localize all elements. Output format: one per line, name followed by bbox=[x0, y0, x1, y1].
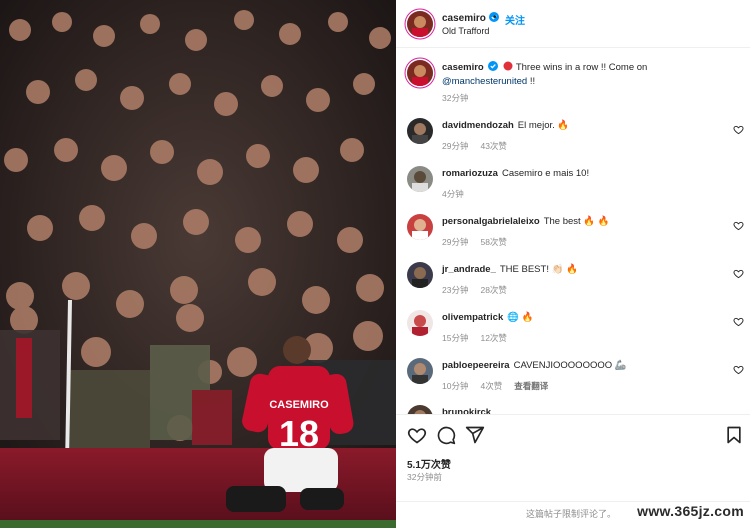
likes-count[interactable]: 5.1万次赞 bbox=[407, 456, 451, 471]
comment-body: El mejor. bbox=[517, 120, 555, 131]
comment-meta: 23分钟 28次赞 bbox=[442, 284, 519, 296]
comment-username[interactable]: pabloepeereira bbox=[442, 360, 510, 371]
comment-like-heart-icon[interactable] bbox=[733, 268, 744, 279]
caption-text: casemiro Three wins in a row !! Come on … bbox=[442, 61, 722, 89]
caption-body: Three wins in a row !! Come on bbox=[515, 62, 648, 73]
comment-username[interactable]: olivempatrick bbox=[442, 312, 503, 323]
caption-meta: 32分钟 bbox=[442, 92, 480, 104]
comment-emoji: 🔥 🔥 bbox=[583, 216, 610, 227]
comment-likes[interactable]: 12次赞 bbox=[480, 333, 506, 343]
caption-avatar[interactable] bbox=[407, 60, 433, 86]
comment-username[interactable]: romariozuza bbox=[442, 168, 498, 179]
comment-likes[interactable]: 43次赞 bbox=[480, 141, 506, 151]
post-header: casemiro • 关注 Old Trafford bbox=[396, 0, 750, 48]
comment-like-heart-icon[interactable] bbox=[733, 364, 744, 375]
comment-item: davidmendozah El mejor. 🔥 29分钟 43次赞 bbox=[396, 118, 750, 158]
celebration-photo: CASEMIRO 18 bbox=[0, 0, 396, 528]
comment-item: personalgabrielaleixo The best 🔥 🔥 29分钟 58… bbox=[396, 214, 750, 254]
commenter-avatar[interactable] bbox=[407, 262, 433, 288]
caption-suffix: !! bbox=[529, 76, 536, 87]
comment-username[interactable]: personalgabrielaleixo bbox=[442, 216, 540, 227]
comment-like-heart-icon[interactable] bbox=[733, 124, 744, 135]
comment-body: CAVENJIOOOOOOOO bbox=[513, 360, 613, 371]
comment-item: pabloepeereira CAVENJIOOOOOOOO 🦾 10分钟 4次赞 查… bbox=[396, 358, 750, 398]
comment-text: jr_andrade_ THE BEST! 👏🏻 🔥 bbox=[442, 263, 722, 277]
comment-text: pabloepeereira CAVENJIOOOOOOOO 🦾 bbox=[442, 359, 722, 373]
comment-item: romariozuza Casemiro e mais 10! 4分钟 bbox=[396, 166, 750, 206]
commenter-avatar[interactable] bbox=[407, 358, 433, 384]
comment-meta: 15分钟 12次赞 bbox=[442, 332, 519, 344]
comment-text: brunokirck bbox=[442, 406, 722, 414]
comment-username[interactable]: jr_andrade_ bbox=[442, 264, 496, 275]
caption-mention[interactable]: @manchesterunited bbox=[442, 76, 527, 87]
bookmark-icon[interactable] bbox=[724, 425, 744, 445]
see-translation-link[interactable]: 查看翻译 bbox=[514, 381, 548, 391]
comment-body: The best bbox=[543, 216, 581, 227]
comment-icon[interactable] bbox=[436, 425, 456, 445]
comment-meta: 10分钟 4次赞 查看翻译 bbox=[442, 380, 560, 392]
comment-meta: 29分钟 43次赞 bbox=[442, 140, 519, 152]
restricted-comments-notice: 这篇帖子限制评论了。 bbox=[526, 509, 617, 519]
comment-text: personalgabrielaleixo The best 🔥 🔥 bbox=[442, 215, 722, 229]
comment-username[interactable]: brunokirck bbox=[442, 407, 491, 414]
svg-text:CASEMIRO: CASEMIRO bbox=[269, 399, 329, 411]
comment-emoji: 🔥 bbox=[557, 120, 570, 131]
follow-button[interactable]: 关注 bbox=[505, 12, 525, 27]
comment-time: 15分钟 bbox=[442, 333, 469, 343]
caption-time: 32分钟 bbox=[442, 93, 469, 103]
comment-emoji: 🦾 bbox=[614, 360, 627, 371]
comment-likes[interactable]: 4次赞 bbox=[480, 381, 502, 391]
heart-icon[interactable] bbox=[407, 425, 427, 445]
post-side-panel: casemiro • 关注 Old Trafford casemiro Thre… bbox=[396, 0, 750, 528]
author-username[interactable]: casemiro bbox=[442, 12, 499, 24]
share-icon[interactable] bbox=[465, 425, 485, 445]
comment-item: brunokirck bbox=[396, 405, 750, 414]
comment-likes[interactable]: 28次赞 bbox=[480, 285, 506, 295]
comment-username[interactable]: davidmendozah bbox=[442, 120, 514, 131]
comment-like-heart-icon[interactable] bbox=[733, 316, 744, 327]
red-circle-icon bbox=[503, 61, 513, 71]
comments-list[interactable]: casemiro Three wins in a row !! Come on … bbox=[396, 48, 750, 414]
comment-likes[interactable]: 58次赞 bbox=[480, 237, 506, 247]
comment-body: Casemiro e mais 10! bbox=[501, 168, 590, 179]
commenter-avatar[interactable] bbox=[407, 166, 433, 192]
comment-like-heart-icon[interactable] bbox=[733, 220, 744, 231]
comment-time: 29分钟 bbox=[442, 141, 469, 151]
post-actions: 5.1万次赞 32分钟前 这篇帖子限制评论了。 www.365jz.com bbox=[396, 414, 750, 528]
comment-text: romariozuza Casemiro e mais 10! bbox=[442, 167, 722, 181]
comment-time: 4分钟 bbox=[442, 189, 464, 199]
post-timestamp: 32分钟前 bbox=[407, 472, 442, 482]
comment-body: THE BEST! bbox=[499, 264, 549, 275]
verified-badge-icon bbox=[487, 61, 498, 71]
comment-time: 10分钟 bbox=[442, 381, 469, 391]
commenter-avatar[interactable] bbox=[407, 310, 433, 336]
svg-text:18: 18 bbox=[279, 413, 319, 454]
comment-time: 23分钟 bbox=[442, 285, 469, 295]
comment-time: 29分钟 bbox=[442, 237, 469, 247]
comment-item: olivempatrick 🌐 🔥 15分钟 12次赞 bbox=[396, 310, 750, 350]
comment-text: davidmendozah El mejor. 🔥 bbox=[442, 119, 722, 133]
author-avatar[interactable] bbox=[407, 11, 433, 37]
comment-emoji: 👏🏻 🔥 bbox=[551, 264, 578, 275]
comment-text: olivempatrick 🌐 🔥 bbox=[442, 311, 722, 325]
post-location[interactable]: Old Trafford bbox=[442, 26, 489, 36]
comment-meta: 4分钟 bbox=[442, 188, 476, 200]
site-watermark: www.365jz.com bbox=[637, 503, 744, 519]
separator-dot: • bbox=[493, 12, 497, 23]
commenter-avatar[interactable] bbox=[407, 118, 433, 144]
commenter-avatar[interactable] bbox=[407, 214, 433, 240]
comment-meta: 29分钟 58次赞 bbox=[442, 236, 519, 248]
caption: casemiro Three wins in a row !! Come on … bbox=[396, 60, 750, 110]
comment-emoji: 🌐 🔥 bbox=[507, 312, 534, 323]
caption-username[interactable]: casemiro bbox=[442, 62, 484, 73]
comment-item: jr_andrade_ THE BEST! 👏🏻 🔥 23分钟 28次赞 bbox=[396, 262, 750, 302]
post-photo[interactable]: CASEMIRO 18 bbox=[0, 0, 396, 528]
commenter-avatar[interactable] bbox=[407, 405, 433, 414]
